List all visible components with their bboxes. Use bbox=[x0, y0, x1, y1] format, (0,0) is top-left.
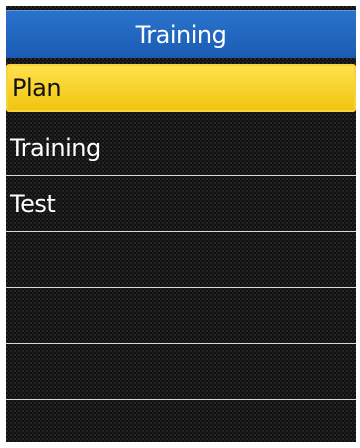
menu-item-plan[interactable]: Plan bbox=[6, 64, 356, 112]
menu-list: Plan Training Test bbox=[6, 64, 356, 400]
page-title: Training bbox=[135, 20, 227, 49]
device-frame: Training Plan Training Test bbox=[0, 0, 360, 448]
menu-item-label: Test bbox=[10, 189, 56, 218]
menu-item-label: Plan bbox=[12, 74, 62, 102]
empty-menu-row bbox=[6, 232, 356, 288]
empty-menu-row bbox=[6, 288, 356, 344]
title-bar: Training bbox=[6, 10, 356, 58]
device-screen: Training Plan Training Test bbox=[6, 6, 356, 442]
empty-menu-row bbox=[6, 344, 356, 400]
menu-item-label: Training bbox=[10, 133, 101, 162]
menu-item-training[interactable]: Training bbox=[6, 120, 356, 176]
menu-item-test[interactable]: Test bbox=[6, 176, 356, 232]
